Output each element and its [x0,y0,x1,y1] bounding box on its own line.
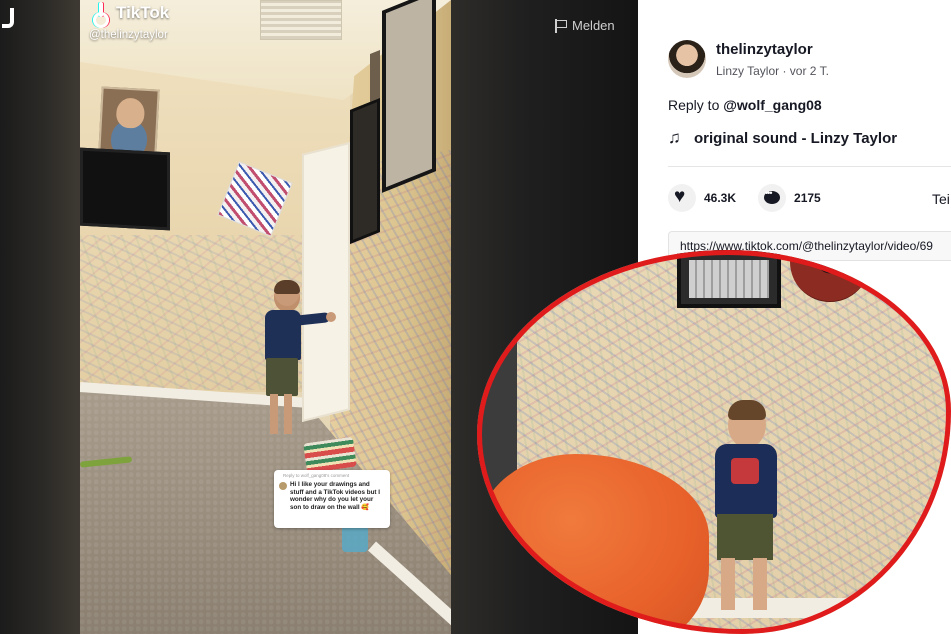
author-username[interactable]: thelinzytaylor [716,41,813,58]
report-button[interactable]: Melden [555,18,615,33]
reply-sticker-text: Hi I like your drawings and stuff and a … [290,481,381,511]
tiktok-logo-icon-partial [0,4,14,30]
engagement-stats: 46.3K 2175 [668,184,835,212]
inset-frame-edge [935,260,951,328]
reply-to-line: Reply to @wolf_gang08 [668,97,822,113]
share-label[interactable]: Tei [932,191,950,207]
scene-ceiling-vent [260,0,342,40]
author-meta: Linzy Taylor · vor 2 T. [716,64,829,78]
report-label: Melden [572,18,615,33]
zoom-inset-image [477,250,951,634]
inset-child [695,400,795,612]
heart-icon[interactable] [668,184,696,212]
tiktok-note-icon [93,2,113,28]
scene-frame-right [382,0,436,193]
sound-link[interactable]: ♫ original sound - Linzy Taylor [668,129,897,147]
comment-icon[interactable] [758,184,787,212]
music-note-icon: ♫ [668,128,681,147]
scene-child [260,280,336,442]
left-background-blur [0,0,80,634]
reply-sticker-avatar [279,482,287,490]
video-handle: @thelinzytaylor [89,29,168,41]
avatar[interactable] [668,40,706,78]
video-player[interactable]: TikTok @thelinzytaylor Reply to wolf_gan… [80,0,451,634]
inset-guitar [790,250,870,302]
flag-icon [555,18,567,33]
reply-to-prefix: Reply to [668,97,720,113]
reply-comment-sticker: Reply to wolf_gang08's comment Hi I like… [274,470,390,528]
comment-count: 2175 [794,191,821,205]
inset-picture-frame [677,250,781,308]
sound-title: original sound - Linzy Taylor [694,129,898,147]
scene-frame-left [350,97,380,245]
scene-bottle [342,526,368,552]
scene-tv [80,147,170,231]
like-count: 46.3K [704,191,737,205]
scene-portrait-photo [98,86,160,156]
tiktok-wordmark: TikTok [116,3,170,22]
reply-to-user-link[interactable]: @wolf_gang08 [723,97,821,113]
reply-sticker-header: Reply to wolf_gang08's comment [283,473,350,478]
divider [668,166,951,167]
scene-small-frame [370,49,380,103]
tiktok-watermark: TikTok [93,2,170,28]
inset-outlet [921,566,939,592]
inset-orange-cushion [479,454,709,634]
